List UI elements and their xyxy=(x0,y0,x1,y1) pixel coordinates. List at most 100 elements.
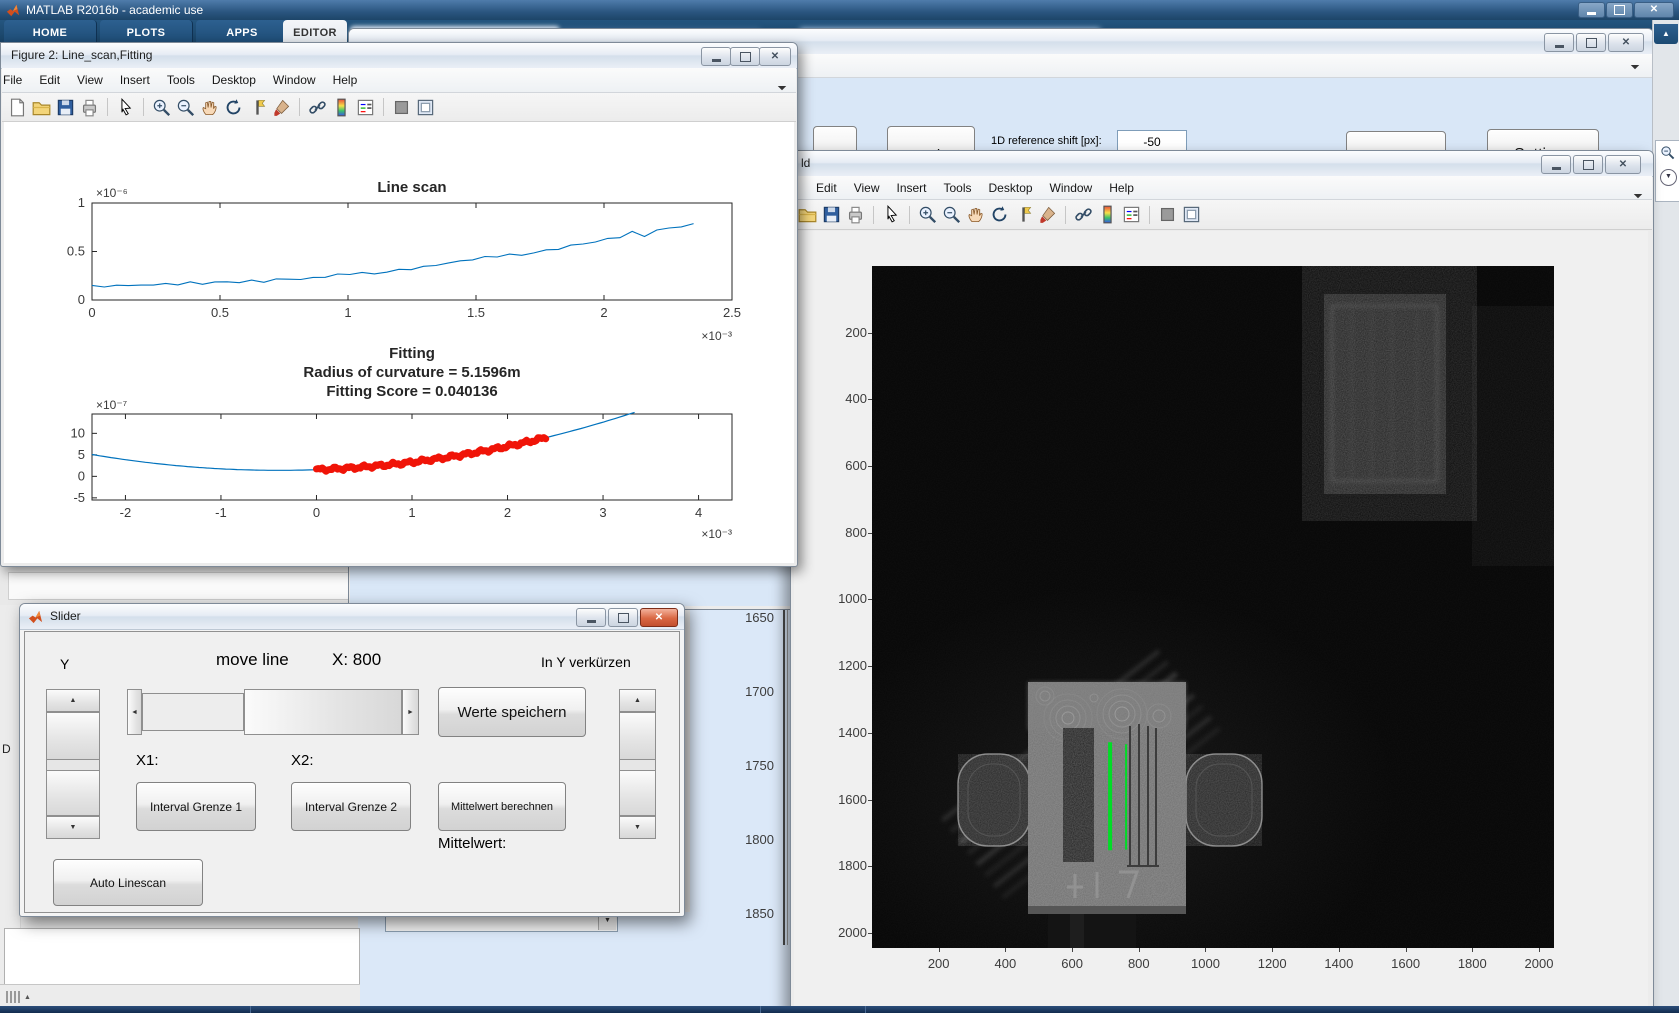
link-plot-icon[interactable] xyxy=(308,98,327,117)
minimize-button[interactable] xyxy=(1578,2,1605,18)
brush-icon[interactable] xyxy=(272,98,291,117)
shorten-up-button[interactable]: ▲ xyxy=(619,689,656,712)
menu-item-window[interactable]: Window xyxy=(273,73,316,87)
menu-item-edit[interactable]: Edit xyxy=(816,181,837,195)
gui-maximize-button[interactable] xyxy=(1576,33,1606,52)
rotate-icon[interactable] xyxy=(224,98,243,117)
command-window-panel[interactable] xyxy=(4,928,360,988)
slider-right-arrow[interactable]: ► xyxy=(402,689,419,735)
slider-titlebar[interactable]: Slider ✕ xyxy=(20,604,684,630)
y-scroll-thumb[interactable] xyxy=(46,712,100,760)
dock-icon[interactable] xyxy=(1182,205,1201,224)
resize-grip-icon[interactable]: ▲ xyxy=(6,990,34,1004)
menu-item-window[interactable]: Window xyxy=(1050,181,1093,195)
pan-icon[interactable] xyxy=(966,205,985,224)
werte-speichern-button[interactable]: Werte speichern xyxy=(438,687,586,737)
shorten-down-button[interactable]: ▼ xyxy=(619,816,656,839)
legend-icon[interactable] xyxy=(356,98,375,117)
slider-minimize-button[interactable] xyxy=(576,608,606,627)
menu-item-file[interactable]: File xyxy=(3,73,22,87)
maximize-button[interactable] xyxy=(1606,2,1633,18)
menu-item-help[interactable]: Help xyxy=(333,73,358,87)
combobox-arrow-icon[interactable]: ▼ xyxy=(598,917,616,930)
interval-grenze2-button[interactable]: Interval Grenze 2 xyxy=(291,782,411,831)
menu-item-edit[interactable]: Edit xyxy=(39,73,60,87)
figure2-titlebar[interactable]: Figure 2: Line_scan,Fitting ✕ xyxy=(1,43,797,69)
menu-overflow-icon[interactable] xyxy=(1630,60,1640,70)
collapse-tab[interactable]: ▲ xyxy=(1654,24,1678,44)
menu-item-help[interactable]: Help xyxy=(1109,181,1134,195)
close-button[interactable]: ✕ xyxy=(1634,2,1674,18)
menu-item-view[interactable]: View xyxy=(77,73,103,87)
zoom-out-icon[interactable] xyxy=(176,98,195,117)
figure2-title: Figure 2: Line_scan,Fitting xyxy=(11,48,153,62)
zoom-in-icon[interactable] xyxy=(918,205,937,224)
colorbar-icon[interactable] xyxy=(332,98,351,117)
plot-browser-icon[interactable] xyxy=(392,98,411,117)
save-icon[interactable] xyxy=(56,98,75,117)
cursor-icon[interactable] xyxy=(882,205,901,224)
menu-item-tools[interactable]: Tools xyxy=(944,181,972,195)
mittelwert-berechnen-button[interactable]: Mittelwert berechnen xyxy=(438,782,566,831)
slider-close-button[interactable]: ✕ xyxy=(640,608,678,627)
dock-icon[interactable] xyxy=(416,98,435,117)
slider-track-left[interactable] xyxy=(142,693,244,731)
pan-icon[interactable] xyxy=(200,98,219,117)
auto-linescan-button[interactable]: Auto Linescan xyxy=(53,859,203,906)
phase-maximize-button[interactable] xyxy=(1573,155,1603,174)
cursor-icon[interactable] xyxy=(116,98,135,117)
figure2-minimize-button[interactable] xyxy=(701,47,731,66)
y-scroll-track[interactable] xyxy=(46,770,100,816)
save-icon[interactable] xyxy=(822,205,841,224)
rotate-icon[interactable] xyxy=(990,205,1009,224)
zoom-out-icon[interactable] xyxy=(942,205,961,224)
brush-icon[interactable] xyxy=(1038,205,1057,224)
colorbar-icon[interactable] xyxy=(1098,205,1117,224)
shorten-track[interactable] xyxy=(619,770,656,816)
phase-close-button[interactable]: ✕ xyxy=(1605,155,1641,174)
slider-maximize-button[interactable] xyxy=(608,608,638,627)
print-icon[interactable] xyxy=(846,205,865,224)
slider-left-arrow[interactable]: ◄ xyxy=(127,689,142,735)
gui-close-button[interactable]: ✕ xyxy=(1608,33,1644,52)
menu-item-desktop[interactable]: Desktop xyxy=(989,181,1033,195)
phase-image[interactable] xyxy=(872,266,1554,948)
link-plot-icon[interactable] xyxy=(1074,205,1093,224)
data-cursor-icon[interactable] xyxy=(1014,205,1033,224)
x-tick-label: 1800 xyxy=(1457,956,1487,971)
interval-grenze1-button[interactable]: Interval Grenze 1 xyxy=(136,782,256,831)
mittelwert-berechnen-label: Mittelwert berechnen xyxy=(450,800,554,813)
new-figure-icon[interactable] xyxy=(8,98,27,117)
figure2-plots[interactable]: Line scan ×10⁻⁶ ×10⁻³ Fitting Radius of … xyxy=(4,122,794,563)
data-cursor-icon[interactable] xyxy=(248,98,267,117)
open-icon[interactable] xyxy=(32,98,51,117)
hidden-combobox[interactable]: ▼ xyxy=(385,915,618,932)
y-tick-label: -5 xyxy=(73,490,85,505)
print-icon[interactable] xyxy=(80,98,99,117)
figure2-close-button[interactable]: ✕ xyxy=(759,47,791,66)
slider-thumb[interactable] xyxy=(244,689,402,735)
menu-item-desktop[interactable]: Desktop xyxy=(212,73,256,87)
figure2-maximize-button[interactable] xyxy=(730,47,760,66)
mittelwert-label: Mittelwert: xyxy=(438,835,507,852)
taskbar[interactable] xyxy=(0,1006,1679,1013)
open-icon[interactable] xyxy=(798,205,817,224)
y-scroll-down-button[interactable]: ▼ xyxy=(46,816,100,839)
zoom-in-icon[interactable] xyxy=(152,98,171,117)
shorten-thumb[interactable] xyxy=(619,712,656,760)
y-tick-mark xyxy=(868,532,872,534)
right-edge-panel: ▲ ▼ xyxy=(1652,20,1679,1008)
menu-item-view[interactable]: View xyxy=(854,181,880,195)
y-scroll-up-button[interactable]: ▲ xyxy=(46,689,100,712)
x-tick-mark xyxy=(1405,948,1407,952)
search-icon[interactable] xyxy=(1660,145,1675,160)
menu-item-tools[interactable]: Tools xyxy=(167,73,195,87)
plot-browser-icon[interactable] xyxy=(1158,205,1177,224)
legend-icon[interactable] xyxy=(1122,205,1141,224)
gui-minimize-button[interactable] xyxy=(1544,33,1574,52)
scroll-down-icon[interactable]: ▼ xyxy=(1660,169,1677,186)
phase-minimize-button[interactable] xyxy=(1541,155,1571,174)
menu-item-insert[interactable]: Insert xyxy=(120,73,150,87)
menu-item-insert[interactable]: Insert xyxy=(896,181,926,195)
phase-figure-titlebar[interactable]: ld ✕ xyxy=(791,151,1653,177)
